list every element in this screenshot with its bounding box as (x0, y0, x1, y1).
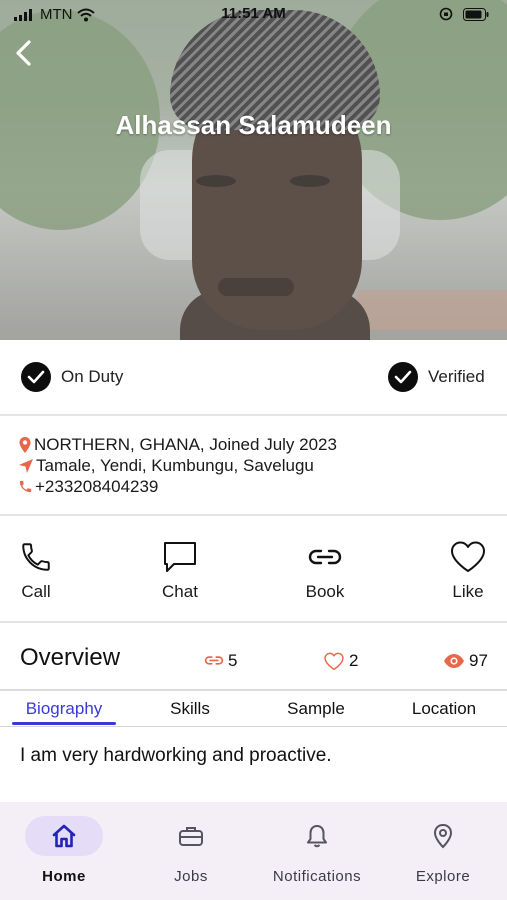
bottom-navigation: Home Jobs Notifications Explore (0, 802, 507, 900)
like-label: Like (452, 582, 484, 601)
location-pin-icon (433, 823, 453, 849)
profile-name: Alhassan Salamudeen (115, 110, 392, 140)
check-circle-icon (388, 362, 418, 392)
status-time: 11:51 AM (221, 5, 286, 22)
screen-lock-icon (439, 7, 453, 21)
chat-label: Chat (162, 582, 198, 601)
status-bar: MTN 11:51 AM (0, 0, 507, 30)
call-label: Call (21, 582, 51, 601)
views-count: 97 (469, 651, 488, 670)
map-pin-icon (19, 436, 31, 453)
nav-notifications[interactable]: Notifications (262, 816, 372, 885)
tab-sample[interactable]: Sample (266, 691, 366, 727)
like-button[interactable]: Like (428, 540, 507, 602)
service-areas-line: Tamale, Yendi, Kumbungu, Savelugu (18, 455, 507, 476)
nav-explore[interactable]: Explore (388, 816, 498, 885)
link-icon (204, 656, 224, 665)
phone-text: +233208404239 (35, 476, 159, 496)
on-duty-badge: On Duty (21, 362, 123, 392)
link-icon (308, 549, 342, 565)
tab-location[interactable]: Location (392, 691, 496, 727)
phone-line[interactable]: +233208404239 (18, 476, 507, 497)
biography-text: I am very hardworking and proactive. (20, 745, 332, 766)
heart-icon (324, 652, 344, 670)
bookings-count: 5 (228, 651, 238, 670)
phone-icon (19, 480, 32, 493)
verified-badge: Verified (388, 362, 485, 392)
region-text: NORTHERN, GHANA, Joined July 2023 (34, 434, 337, 454)
profile-info: NORTHERN, GHANA, Joined July 2023 Tamale… (0, 416, 507, 516)
navigation-arrow-icon (19, 458, 33, 473)
status-badges: On Duty Verified (0, 340, 507, 416)
nav-home[interactable]: Home (9, 816, 119, 885)
overview-row: Overview 5 2 97 (0, 625, 507, 691)
bell-icon (307, 825, 327, 848)
views-stat: 97 (443, 651, 488, 671)
check-circle-icon (21, 362, 51, 392)
action-row: Call Chat Book Like (0, 518, 507, 623)
eye-icon (444, 654, 464, 668)
likes-count: 2 (349, 651, 359, 670)
nav-label: Jobs (174, 868, 208, 885)
nav-label: Explore (415, 868, 471, 885)
back-button[interactable] (8, 36, 38, 70)
phone-icon (22, 543, 50, 571)
tab-skills[interactable]: Skills (140, 691, 240, 727)
heart-icon (451, 541, 485, 572)
overview-title: Overview (20, 644, 121, 671)
profile-hero: MTN 11:51 AM Alhassan Salamudeen (0, 0, 507, 340)
book-button[interactable]: Book (285, 540, 365, 602)
hero-overlay (0, 0, 507, 340)
nav-active-pill (25, 816, 103, 856)
call-button[interactable]: Call (0, 540, 76, 602)
chat-button[interactable]: Chat (140, 540, 220, 602)
briefcase-icon (179, 827, 203, 846)
bookings-stat: 5 (204, 651, 237, 671)
home-icon (52, 824, 76, 848)
service-areas-text: Tamale, Yendi, Kumbungu, Savelugu (36, 455, 314, 475)
badge-label: Verified (428, 367, 485, 386)
profile-tabs: Biography Skills Sample Location (0, 691, 507, 727)
nav-jobs[interactable]: Jobs (136, 816, 246, 885)
badge-label: On Duty (61, 367, 124, 386)
book-label: Book (305, 582, 345, 601)
nav-label: Home (42, 868, 86, 885)
likes-stat: 2 (323, 651, 358, 671)
nav-label: Notifications (272, 868, 362, 885)
active-tab-indicator (12, 722, 116, 725)
chat-icon (164, 542, 196, 572)
battery-icon (463, 7, 489, 21)
region-line: NORTHERN, GHANA, Joined July 2023 (18, 434, 507, 455)
chevron-left-icon (16, 40, 31, 66)
